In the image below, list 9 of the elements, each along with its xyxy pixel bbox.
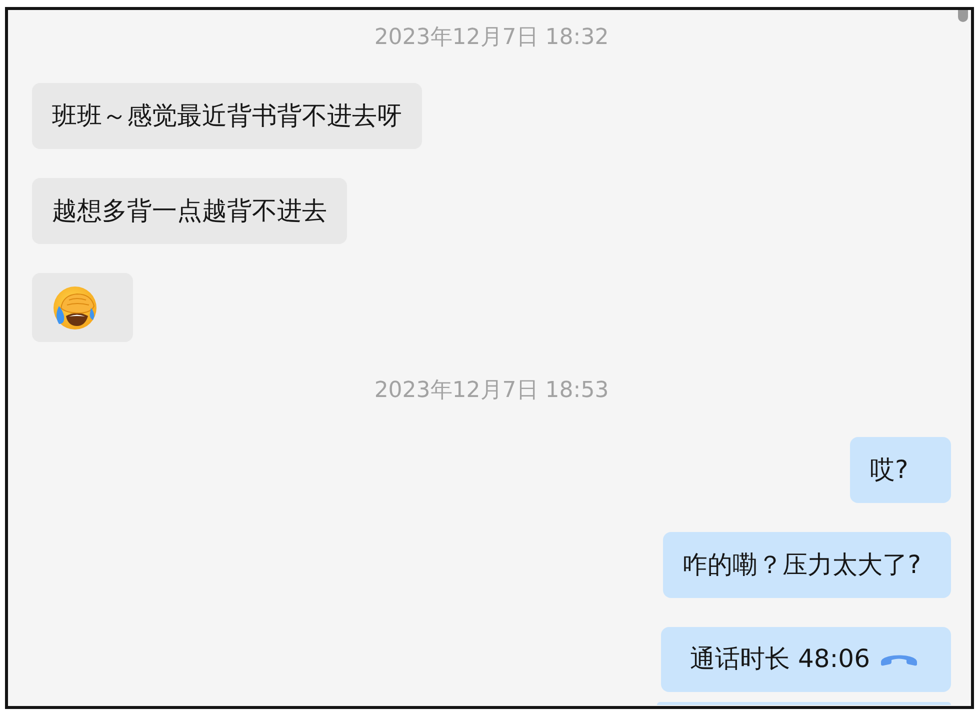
timestamp: 2023年12月7日 18:53 <box>374 377 609 405</box>
timestamp: 2023年12月7日 18:32 <box>374 24 609 52</box>
crying-face-icon <box>53 286 97 330</box>
message-bubble: 哎? <box>850 437 951 503</box>
call-duration-text: 通话时长 48:06 <box>690 644 870 674</box>
message-bubble: 班班～感觉最近背书背不进去呀 <box>32 83 422 149</box>
scrollbar-thumb[interactable] <box>958 10 968 22</box>
message-bubble: 咋的嘞？压力太大了? <box>662 532 951 598</box>
message-bubble: 越想多背一点越背不进去 <box>32 178 347 244</box>
